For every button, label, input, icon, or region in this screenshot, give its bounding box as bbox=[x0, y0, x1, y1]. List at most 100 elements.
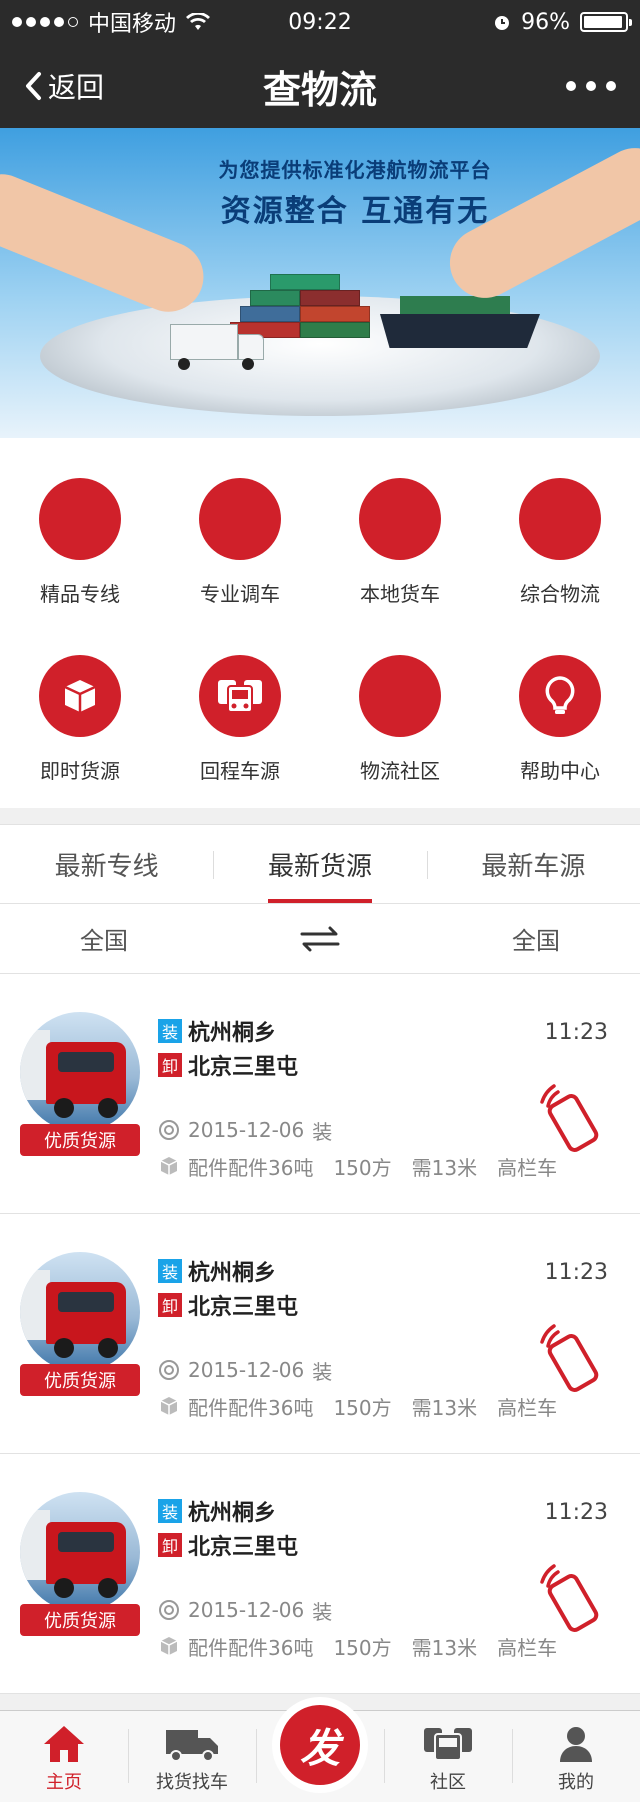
service-label: 综合物流 bbox=[520, 582, 600, 606]
truck-avatar bbox=[20, 1012, 140, 1132]
tabbar-label: 主页 bbox=[46, 1772, 82, 1793]
tabbar-publish[interactable]: 发 bbox=[256, 1697, 384, 1802]
load-tag: 装 bbox=[158, 1259, 182, 1283]
community-icon bbox=[359, 655, 441, 737]
truck-type: 高栏车 bbox=[497, 1155, 558, 1180]
service-label: 即时货源 bbox=[40, 759, 120, 783]
cargo-volume: 150方 bbox=[333, 1635, 392, 1660]
package-icon bbox=[160, 1397, 178, 1415]
banner-subtitle: 为您提供标准化港航物流平台 bbox=[218, 158, 492, 182]
ship-cargo-illustration bbox=[400, 296, 510, 316]
back-label: 返回 bbox=[48, 71, 105, 104]
cargo-card[interactable]: 优质货源 装杭州桐乡 卸北京三里屯 11:23 2015-12-06 装 配件配… bbox=[0, 1454, 640, 1694]
premium-line-icon bbox=[39, 478, 121, 560]
cargo-description: 配件配件36吨 bbox=[188, 1635, 314, 1660]
more-menu-button[interactable] bbox=[566, 81, 616, 91]
publish-button[interactable]: 发 bbox=[272, 1697, 368, 1793]
load-date-suffix: 装 bbox=[312, 1599, 333, 1624]
service-help-center[interactable]: 帮助中心 bbox=[485, 655, 635, 784]
unload-tag: 卸 bbox=[158, 1053, 182, 1077]
wifi-icon bbox=[186, 13, 211, 30]
quality-badge: 优质货源 bbox=[20, 1604, 140, 1636]
service-premium-line[interactable]: 精品专线 bbox=[5, 478, 155, 607]
chevron-left-icon bbox=[26, 72, 41, 100]
truck-type: 高栏车 bbox=[497, 1635, 558, 1660]
service-label: 帮助中心 bbox=[520, 759, 600, 783]
truck-illustration bbox=[170, 324, 265, 370]
load-date: 2015-12-06 bbox=[188, 1358, 305, 1382]
cargo-description: 配件配件36吨 bbox=[188, 1395, 314, 1420]
clock-icon bbox=[159, 1360, 179, 1380]
tabbar-me[interactable]: 我的 bbox=[512, 1711, 640, 1802]
unload-tag: 卸 bbox=[158, 1293, 182, 1317]
destination-city: 北京三里屯 bbox=[188, 1055, 299, 1080]
origin-region-select[interactable]: 全国 bbox=[80, 921, 128, 956]
truck-avatar bbox=[20, 1492, 140, 1612]
truck-avatar bbox=[20, 1252, 140, 1372]
truck-length: 需13米 bbox=[411, 1395, 478, 1420]
origin-city: 杭州桐乡 bbox=[188, 1021, 277, 1046]
destination-city: 北京三里屯 bbox=[188, 1535, 299, 1560]
service-logistics[interactable]: 综合物流 bbox=[485, 478, 635, 607]
service-label: 精品专线 bbox=[40, 582, 120, 606]
service-label: 物流社区 bbox=[360, 759, 440, 783]
status-bar: 中国移动 09:22 96% bbox=[0, 0, 640, 44]
package-icon bbox=[160, 1157, 178, 1175]
service-return-truck[interactable]: 回程车源 bbox=[165, 655, 315, 784]
cargo-meta: 2015-12-06 装 配件配件36吨 150方 需13米 高栏车 bbox=[158, 1592, 557, 1664]
tab-latest-trucks[interactable]: 最新车源 bbox=[426, 825, 640, 903]
tabbar-find-cargo[interactable]: 找货找车 bbox=[128, 1711, 256, 1802]
tabbar-home[interactable]: 主页 bbox=[0, 1711, 128, 1802]
promo-banner[interactable]: 为您提供标准化港航物流平台 资源整合 互通有无 bbox=[0, 128, 640, 438]
cargo-volume: 150方 bbox=[333, 1395, 392, 1420]
service-grid: 精品专线 专业调车 本地货车 综合物流 即时货源 回程车源 物流社区 帮助中心 bbox=[0, 438, 640, 808]
cargo-card[interactable]: 优质货源 装杭州桐乡 卸北京三里屯 11:23 2015-12-06 装 配件配… bbox=[0, 974, 640, 1214]
clock-icon bbox=[159, 1600, 179, 1620]
destination-region-select[interactable]: 全国 bbox=[512, 921, 560, 956]
load-tag: 装 bbox=[158, 1019, 182, 1043]
quality-badge: 优质货源 bbox=[20, 1124, 140, 1156]
cargo-card[interactable]: 优质货源 装杭州桐乡 卸北京三里屯 11:23 2015-12-06 装 配件配… bbox=[0, 1214, 640, 1454]
clock-icon bbox=[159, 1120, 179, 1140]
lightbulb-icon bbox=[519, 655, 601, 737]
service-dispatch[interactable]: 专业调车 bbox=[165, 478, 315, 607]
origin-city: 杭州桐乡 bbox=[188, 1261, 277, 1286]
publish-label: 发 bbox=[280, 1705, 360, 1785]
tabbar-label: 社区 bbox=[430, 1772, 466, 1793]
tab-latest-cargo[interactable]: 最新货源 bbox=[213, 825, 426, 903]
swap-icon[interactable] bbox=[298, 925, 342, 953]
back-button[interactable]: 返回 bbox=[24, 66, 104, 106]
route-info: 装杭州桐乡 卸北京三里屯 bbox=[158, 1254, 298, 1322]
origin-city: 杭州桐乡 bbox=[188, 1501, 277, 1526]
alarm-icon bbox=[495, 16, 510, 30]
load-date-suffix: 装 bbox=[312, 1119, 333, 1144]
post-time: 11:23 bbox=[544, 1260, 608, 1285]
destination-city: 北京三里屯 bbox=[188, 1295, 299, 1320]
route-info: 装杭州桐乡 卸北京三里屯 bbox=[158, 1494, 298, 1562]
cargo-list: 优质货源 装杭州桐乡 卸北京三里屯 11:23 2015-12-06 装 配件配… bbox=[0, 974, 640, 1694]
tabbar-community[interactable]: 社区 bbox=[384, 1711, 512, 1802]
region-filter: 全国 全国 bbox=[0, 904, 640, 974]
more-dot-icon bbox=[566, 81, 576, 91]
bottom-tab-bar: 主页 找货找车 发 社区 我的 bbox=[0, 1697, 640, 1802]
bus-icon bbox=[199, 655, 281, 737]
service-community[interactable]: 物流社区 bbox=[325, 655, 475, 784]
local-truck-icon bbox=[359, 478, 441, 560]
service-local-truck[interactable]: 本地货车 bbox=[325, 478, 475, 607]
package-icon bbox=[160, 1637, 178, 1655]
tab-latest-lines[interactable]: 最新专线 bbox=[0, 825, 213, 903]
nav-bar: 返回 查物流 bbox=[0, 44, 640, 128]
tabbar-label: 找货找车 bbox=[156, 1772, 228, 1793]
bus-icon bbox=[424, 1728, 472, 1761]
battery-icon bbox=[580, 12, 632, 32]
post-time: 11:23 bbox=[544, 1020, 608, 1045]
cargo-volume: 150方 bbox=[333, 1155, 392, 1180]
truck-type: 高栏车 bbox=[497, 1395, 558, 1420]
unload-tag: 卸 bbox=[158, 1533, 182, 1557]
cargo-description: 配件配件36吨 bbox=[188, 1155, 314, 1180]
service-instant-cargo[interactable]: 即时货源 bbox=[5, 655, 155, 784]
tabbar-label: 我的 bbox=[558, 1772, 594, 1793]
load-tag: 装 bbox=[158, 1499, 182, 1523]
cargo-meta: 2015-12-06 装 配件配件36吨 150方 需13米 高栏车 bbox=[158, 1352, 557, 1424]
battery-percent: 96% bbox=[521, 9, 570, 35]
